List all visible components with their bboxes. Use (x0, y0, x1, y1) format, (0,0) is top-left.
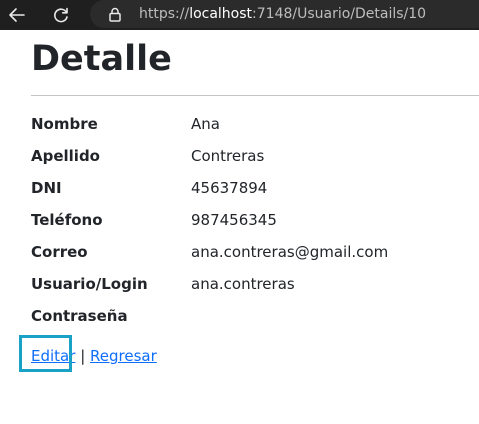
detail-row-telefono: Teléfono 987456345 (31, 210, 479, 234)
detail-row-usuario-login: Usuario/Login ana.contreras (31, 274, 479, 298)
detail-value: 45637894 (191, 179, 268, 197)
back-button[interactable] (4, 2, 30, 28)
detail-label: DNI (31, 179, 62, 197)
detail-row-contrasena: Contraseña (31, 306, 479, 330)
detail-row-apellido: Apellido Contreras (31, 146, 479, 170)
url-path: :7148/Usuario/Details/10 (252, 6, 427, 22)
detail-label: Usuario/Login (31, 275, 148, 293)
title-divider (31, 95, 479, 96)
edit-link-highlight (19, 335, 72, 372)
page-content: Detalle Nombre Ana Apellido Contreras DN… (0, 30, 479, 424)
reload-button[interactable] (48, 2, 74, 28)
detail-value: ana.contreras (191, 275, 295, 293)
reload-icon (54, 7, 68, 23)
back-to-list-link[interactable]: Regresar (90, 347, 157, 365)
url-host: localhost (189, 6, 253, 22)
detail-label: Contraseña (31, 307, 128, 325)
detail-label: Apellido (31, 147, 100, 165)
address-url[interactable]: https://localhost:7148/Usuario/Details/1… (139, 6, 426, 23)
detail-label: Nombre (31, 115, 98, 133)
detail-value: Contreras (191, 147, 265, 165)
detail-value: Ana (191, 115, 220, 133)
lock-icon[interactable] (108, 7, 122, 22)
link-separator: | (80, 347, 86, 365)
detail-row-dni: DNI 45637894 (31, 178, 479, 202)
url-scheme: https:// (139, 6, 190, 22)
browser-toolbar: https://localhost:7148/Usuario/Details/1… (0, 0, 479, 30)
detail-label: Teléfono (31, 211, 103, 229)
back-arrow-icon (9, 8, 25, 22)
detail-label: Correo (31, 243, 88, 261)
detail-value: 987456345 (191, 211, 277, 229)
detail-row-correo: Correo ana.contreras@gmail.com (31, 242, 479, 266)
detail-value: ana.contreras@gmail.com (191, 243, 389, 261)
page-title: Detalle (31, 39, 172, 79)
detail-row-nombre: Nombre Ana (31, 114, 479, 138)
